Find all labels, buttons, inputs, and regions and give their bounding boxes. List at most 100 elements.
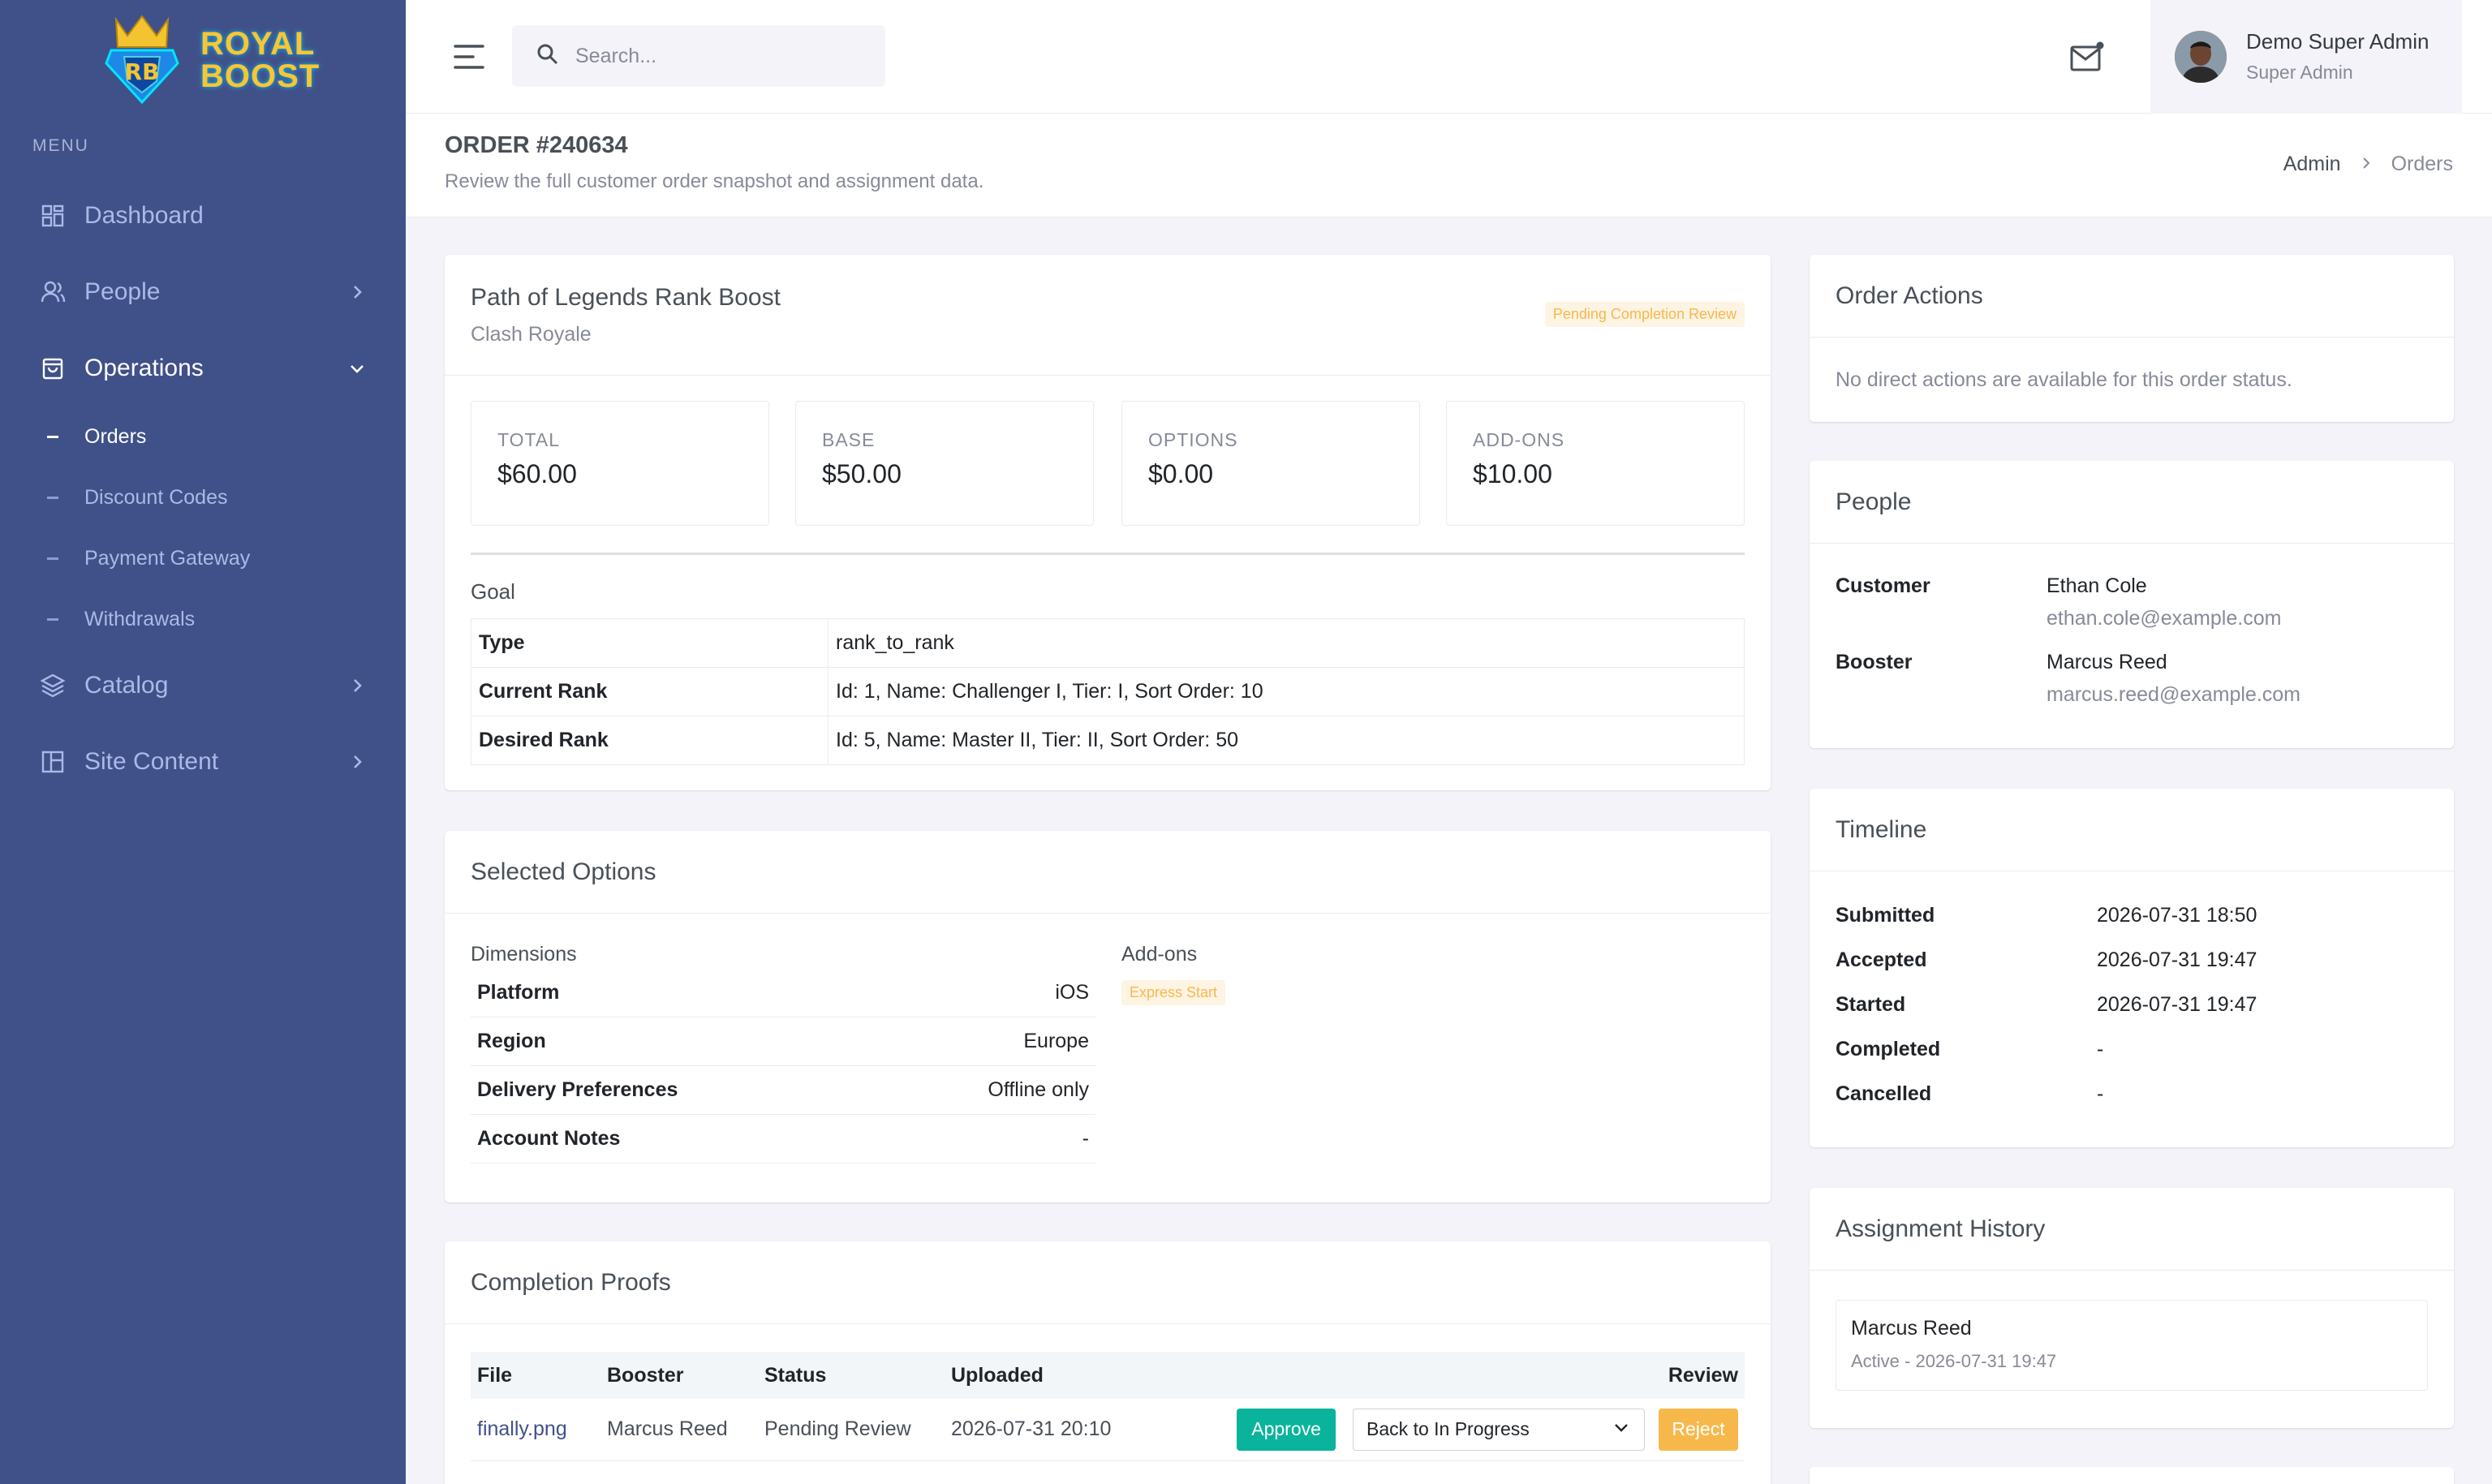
goal-table: Type rank_to_rank Current Rank Id: 1, Na… — [471, 618, 1745, 765]
column-header: Uploaded — [945, 1352, 1229, 1399]
svg-text:RB: RB — [125, 58, 160, 85]
select-value: Back to In Progress — [1367, 1418, 1530, 1440]
option-value: iOS — [1055, 981, 1089, 1004]
card-title: People — [1810, 461, 2454, 544]
brand-wordmark: ROYAL BOOST — [200, 28, 320, 92]
mail-notification-icon[interactable] — [2069, 41, 2105, 73]
timeline-value: 2026-07-31 19:47 — [2097, 993, 2257, 1016]
user-profile-dropdown[interactable]: Demo Super Admin Super Admin — [2150, 0, 2462, 114]
option-value: Europe — [1023, 1030, 1089, 1052]
breadcrumb-orders: Orders — [2391, 153, 2453, 175]
search-input[interactable] — [575, 44, 867, 68]
stat-base: BASE $50.00 — [795, 401, 1094, 526]
stat-value: $10.00 — [1473, 459, 1552, 488]
selected-options-card: Selected Options Dimensions Platform iOS… — [445, 831, 1771, 1202]
proof-status: Pending Review — [758, 1399, 945, 1461]
stat-label: OPTIONS — [1148, 429, 1238, 450]
timeline-label: Cancelled — [1836, 1082, 1932, 1105]
addons-heading: Add-ons — [1121, 943, 1198, 966]
stat-total: TOTAL $60.00 — [471, 401, 769, 526]
proof-file-link[interactable]: finally.png — [471, 1399, 600, 1461]
list-item: Marcus Reed Active - 2026-07-31 19:47 — [1836, 1300, 2428, 1391]
timeline-row: Cancelled - — [1836, 1082, 2404, 1108]
next-card — [1810, 1467, 2454, 1484]
sidebar-subitem-withdrawals[interactable]: Withdrawals — [0, 599, 406, 639]
sidebar-item-label: People — [84, 278, 161, 305]
brand-line2: BOOST — [200, 58, 321, 94]
timeline-value: - — [2097, 1038, 2104, 1060]
proofs-table: File Booster Status Uploaded Review fina… — [471, 1352, 1745, 1461]
sidebar-subitem-orders[interactable]: Orders — [0, 416, 406, 457]
dash-icon — [47, 497, 58, 499]
completion-proofs-card: Completion Proofs File Booster Status Up… — [445, 1241, 1771, 1484]
reject-button[interactable]: Reject — [1659, 1408, 1738, 1451]
search-box[interactable] — [512, 25, 885, 87]
column-header: Review — [1229, 1352, 1745, 1399]
brand-line1: ROYAL — [200, 26, 316, 62]
option-value: Offline only — [988, 1078, 1089, 1101]
goal-value: Id: 5, Name: Master II, Tier: II, Sort O… — [828, 716, 1745, 765]
sidebar-item-operations[interactable]: Operations — [0, 344, 406, 393]
section-divider — [471, 553, 1745, 555]
timeline-card: Timeline Submitted 2026-07-31 18:50 Acce… — [1810, 789, 2454, 1147]
list-item: Platform iOS — [471, 969, 1095, 1017]
page-title: ORDER #240634 — [445, 132, 628, 158]
timeline-value: 2026-07-31 18:50 — [2097, 904, 2257, 927]
stat-value: $0.00 — [1148, 459, 1214, 488]
goal-key: Current Rank — [471, 667, 829, 716]
card-title: Selected Options — [445, 831, 1771, 914]
hamburger-menu-icon[interactable] — [453, 42, 485, 71]
approve-button[interactable]: Approve — [1237, 1408, 1336, 1451]
goal-value: Id: 1, Name: Challenger I, Tier: I, Sort… — [828, 667, 1745, 716]
timeline-label: Submitted — [1836, 904, 1935, 927]
assignment-detail: Active - 2026-07-31 19:47 — [1851, 1351, 2057, 1371]
user-icon — [39, 278, 67, 306]
sidebar-subitem-discount-codes[interactable]: Discount Codes — [0, 477, 406, 518]
shopping-bag-icon — [39, 355, 67, 382]
table-row: Type rank_to_rank — [471, 618, 1745, 668]
timeline-label: Accepted — [1836, 948, 1927, 971]
option-key: Platform — [477, 981, 560, 1004]
sidebar-subitem-label: Payment Gateway — [84, 546, 251, 570]
sidebar-item-site-content[interactable]: Site Content — [0, 738, 406, 786]
stat-label: ADD-ONS — [1473, 429, 1565, 450]
status-select[interactable]: Back to In Progress — [1353, 1408, 1646, 1451]
person-name: Ethan Cole — [2047, 574, 2147, 597]
timeline-value: 2026-07-31 19:47 — [2097, 948, 2257, 971]
sidebar-item-label: Catalog — [84, 672, 169, 699]
dashboard-grid-icon — [39, 202, 67, 230]
goal-heading: Goal — [471, 579, 515, 604]
person-role: Customer — [1836, 574, 1930, 597]
sidebar-subitem-label: Discount Codes — [84, 485, 228, 509]
sidebar-item-dashboard[interactable]: Dashboard — [0, 191, 406, 240]
breadcrumb-admin[interactable]: Admin — [2283, 153, 2341, 176]
card-title: Timeline — [1810, 789, 2454, 871]
list-item: Account Notes - — [471, 1115, 1095, 1164]
list-item: Region Europe — [471, 1017, 1095, 1066]
stat-value: $60.00 — [497, 459, 577, 488]
chevron-right-icon — [2359, 153, 2374, 176]
card-title: Order Actions — [1810, 255, 2454, 338]
card-title: Assignment History — [1810, 1188, 2454, 1271]
timeline-row: Started 2026-07-31 19:47 — [1836, 993, 2404, 1019]
goal-value: rank_to_rank — [828, 618, 1745, 668]
stat-options: OPTIONS $0.00 — [1121, 401, 1420, 526]
assignment-name: Marcus Reed — [1851, 1317, 1972, 1340]
order-actions-card: Order Actions No direct actions are avai… — [1810, 255, 2454, 422]
status-badge: Pending Completion Review — [1544, 302, 1745, 327]
sidebar-subitem-label: Withdrawals — [84, 607, 196, 630]
brand-logo[interactable]: RB ROYAL BOOST — [93, 11, 329, 109]
sidebar-item-label: Site Content — [84, 748, 219, 775]
avatar — [2175, 31, 2227, 83]
page-subtitle: Review the full customer order snapshot … — [445, 170, 984, 192]
stat-label: TOTAL — [497, 429, 560, 450]
person-email: marcus.reed@example.com — [2047, 683, 2300, 706]
sidebar-item-people[interactable]: People — [0, 268, 406, 316]
person-name: Marcus Reed — [2047, 651, 2167, 673]
chevron-down-icon — [1612, 1417, 1631, 1442]
sidebar-subitem-payment-gateway[interactable]: Payment Gateway — [0, 538, 406, 579]
proof-uploaded: 2026-07-31 20:10 — [945, 1399, 1229, 1461]
dimensions-heading: Dimensions — [471, 943, 577, 966]
sidebar-item-catalog[interactable]: Catalog — [0, 661, 406, 710]
stat-value: $50.00 — [822, 459, 902, 488]
